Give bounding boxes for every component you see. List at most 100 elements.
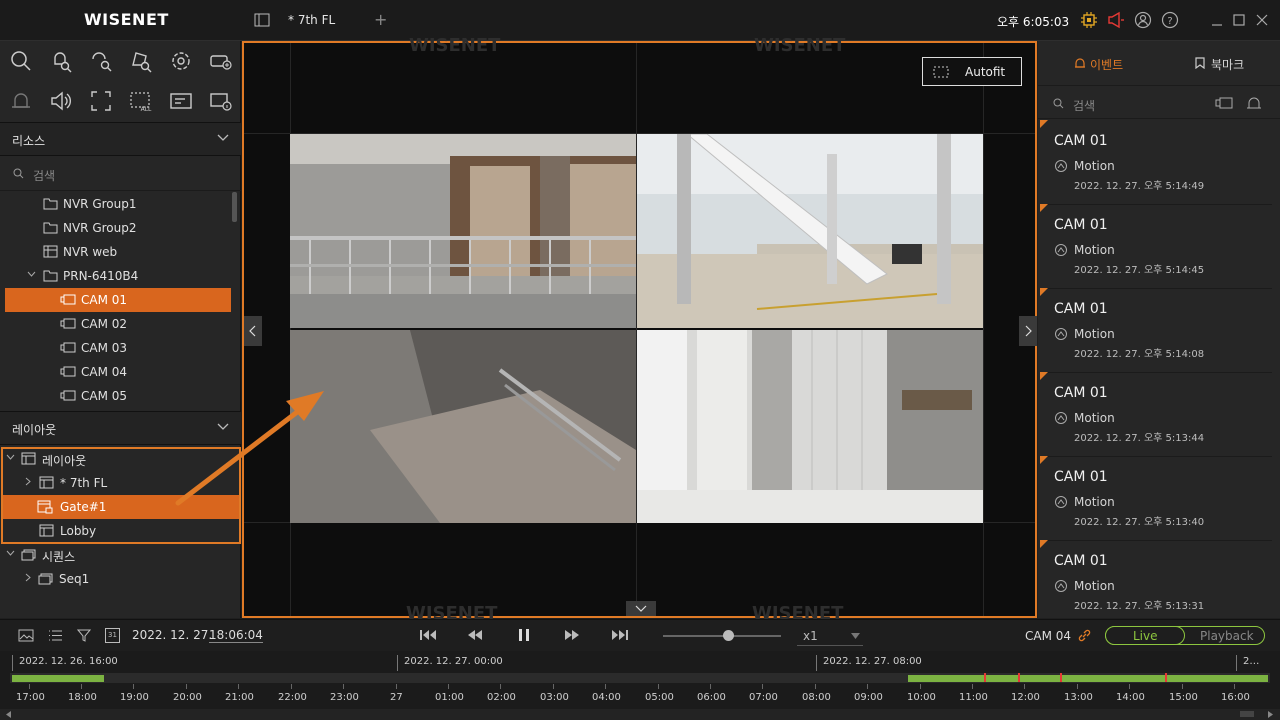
osd-icon[interactable]: [169, 89, 193, 113]
tree-item[interactable]: CAM 02: [0, 312, 232, 336]
tree-item-sequence-root[interactable]: 시퀀스: [0, 543, 232, 567]
chevron-down-icon[interactable]: [6, 550, 15, 557]
rewind-icon[interactable]: [467, 629, 483, 641]
camera-filter-icon[interactable]: [1215, 97, 1233, 109]
tab-event[interactable]: 이벤트: [1038, 41, 1158, 85]
cpu-icon[interactable]: [1080, 11, 1098, 29]
skip-back-icon[interactable]: [419, 629, 437, 641]
alarm-announce-icon[interactable]: [1107, 11, 1125, 29]
event-item[interactable]: CAM 01 Motion 2022. 12. 27. 오후 5:13:40: [1040, 456, 1272, 541]
timeline[interactable]: 2022. 12. 26. 16:00 2022. 12. 27. 00:00 …: [0, 651, 1280, 720]
help-icon[interactable]: ?: [1161, 11, 1179, 29]
motion-icon: [1055, 160, 1067, 172]
list-icon[interactable]: [48, 629, 63, 642]
resource-search-input[interactable]: 검색: [33, 167, 55, 184]
alarm-filter-icon[interactable]: [1246, 96, 1262, 110]
date-marker: 2022. 12. 26. 16:00: [19, 656, 118, 667]
sequence-icon: [21, 549, 36, 561]
event-mark: [984, 673, 986, 682]
chevron-down-icon[interactable]: [217, 134, 229, 142]
recording-segment[interactable]: [12, 675, 104, 682]
tab-bookmark[interactable]: 북마크: [1159, 41, 1280, 85]
playback-button[interactable]: Playback: [1200, 629, 1254, 643]
fullscreen-icon[interactable]: [89, 89, 113, 113]
scroll-thumb[interactable]: [1240, 711, 1254, 717]
event-item[interactable]: CAM 01 Motion 2022. 12. 27. 오후 5:14:45: [1040, 204, 1272, 289]
event-search[interactable]: 검색: [1038, 85, 1280, 119]
tree-item[interactable]: NVR Group2: [0, 216, 232, 240]
autofit-button[interactable]: Autofit: [922, 57, 1022, 86]
prev-page-button[interactable]: [244, 316, 262, 346]
dropdown-arrow-icon: [851, 633, 860, 639]
video-tile-hall[interactable]: [637, 330, 983, 523]
fast-forward-icon[interactable]: [564, 629, 580, 641]
add-device-icon[interactable]: [209, 49, 233, 73]
resource-header[interactable]: 리소스: [0, 122, 241, 156]
chevron-right-icon[interactable]: [25, 573, 32, 582]
scroll-right-icon[interactable]: [1268, 711, 1274, 718]
close-icon[interactable]: [1253, 11, 1271, 29]
resource-search[interactable]: 검색: [0, 157, 241, 191]
resource-scrollbar[interactable]: [232, 192, 237, 222]
live-button[interactable]: Live: [1105, 626, 1185, 645]
folder-icon: [43, 270, 58, 282]
event-search-icon[interactable]: [49, 49, 73, 73]
event-item[interactable]: CAM 01 Motion 2022. 12. 27. 오후 5:14:49: [1040, 120, 1272, 205]
user-icon[interactable]: [1134, 11, 1152, 29]
link-icon[interactable]: [1077, 628, 1092, 643]
live-playback-toggle[interactable]: Live Playback: [1105, 626, 1265, 645]
skip-forward-icon[interactable]: [611, 629, 629, 641]
video-wall[interactable]: WISENET WISENET WISENET WISENET Autofit: [175, 35, 1037, 624]
calendar-icon[interactable]: 31: [105, 628, 120, 643]
chevron-down-icon[interactable]: [27, 271, 36, 278]
hour-tick: [605, 684, 606, 689]
tree-item[interactable]: PRN-6410B4: [0, 264, 232, 288]
tab-7th-fl[interactable]: * 7th FL: [288, 13, 335, 27]
hour-tick: [186, 684, 187, 689]
tree-item-cam01[interactable]: CAM 01: [5, 288, 231, 312]
event-search-input[interactable]: 검색: [1073, 97, 1095, 114]
speed-slider-handle[interactable]: [723, 630, 734, 641]
minimize-icon[interactable]: [1208, 11, 1226, 29]
expand-timeline-button[interactable]: [626, 601, 656, 616]
tree-item-sequence[interactable]: Seq1: [0, 567, 232, 591]
next-page-button[interactable]: [1019, 316, 1037, 346]
tree-item-layout[interactable]: Lobby: [0, 519, 232, 543]
timeline-scrollbar[interactable]: [0, 709, 1280, 720]
maximize-icon[interactable]: [1230, 11, 1248, 29]
speaker-icon[interactable]: [49, 89, 73, 113]
add-tab-button[interactable]: +: [374, 10, 387, 29]
device-info-icon[interactable]: [209, 89, 233, 113]
smart-search-icon[interactable]: [89, 49, 113, 73]
speed-slider-track[interactable]: [663, 635, 781, 637]
tree-item[interactable]: CAM 03: [0, 336, 232, 360]
speed-select[interactable]: x1: [797, 626, 863, 646]
object-search-icon[interactable]: [129, 49, 153, 73]
gear-icon[interactable]: [169, 49, 193, 73]
svg-text:ALL: ALL: [141, 106, 152, 113]
camera-icon: [60, 390, 76, 401]
thumbnail-icon[interactable]: [18, 629, 34, 642]
pause-icon[interactable]: [517, 628, 531, 642]
video-tile-lobby-elevator[interactable]: [290, 134, 636, 328]
scroll-left-icon[interactable]: [6, 711, 12, 718]
event-marker: [1040, 204, 1048, 212]
event-item[interactable]: CAM 01 Motion 2022. 12. 27. 오후 5:14:08: [1040, 288, 1272, 373]
video-tile-atrium[interactable]: [637, 134, 983, 328]
playback-time[interactable]: 18:06:04: [209, 628, 263, 643]
event-item[interactable]: CAM 01 Motion 2022. 12. 27. 오후 5:13:31: [1040, 540, 1272, 625]
select-all-icon[interactable]: ALL: [129, 89, 153, 113]
alarm-off-icon[interactable]: [9, 89, 33, 113]
folder-icon: [43, 222, 58, 234]
chevron-down-icon[interactable]: [6, 454, 15, 461]
recording-segment[interactable]: [908, 675, 1268, 682]
event-item[interactable]: CAM 01 Motion 2022. 12. 27. 오후 5:13:44: [1040, 372, 1272, 457]
search-icon[interactable]: [9, 49, 33, 73]
tree-item[interactable]: NVR web: [0, 240, 232, 264]
tree-item[interactable]: NVR Group1: [0, 192, 232, 216]
motion-icon: [1055, 412, 1067, 424]
filter-icon[interactable]: [77, 629, 91, 642]
hour-label: 05:00: [645, 692, 674, 703]
app-logo: WISENET: [84, 10, 169, 29]
chevron-right-icon[interactable]: [25, 477, 32, 486]
